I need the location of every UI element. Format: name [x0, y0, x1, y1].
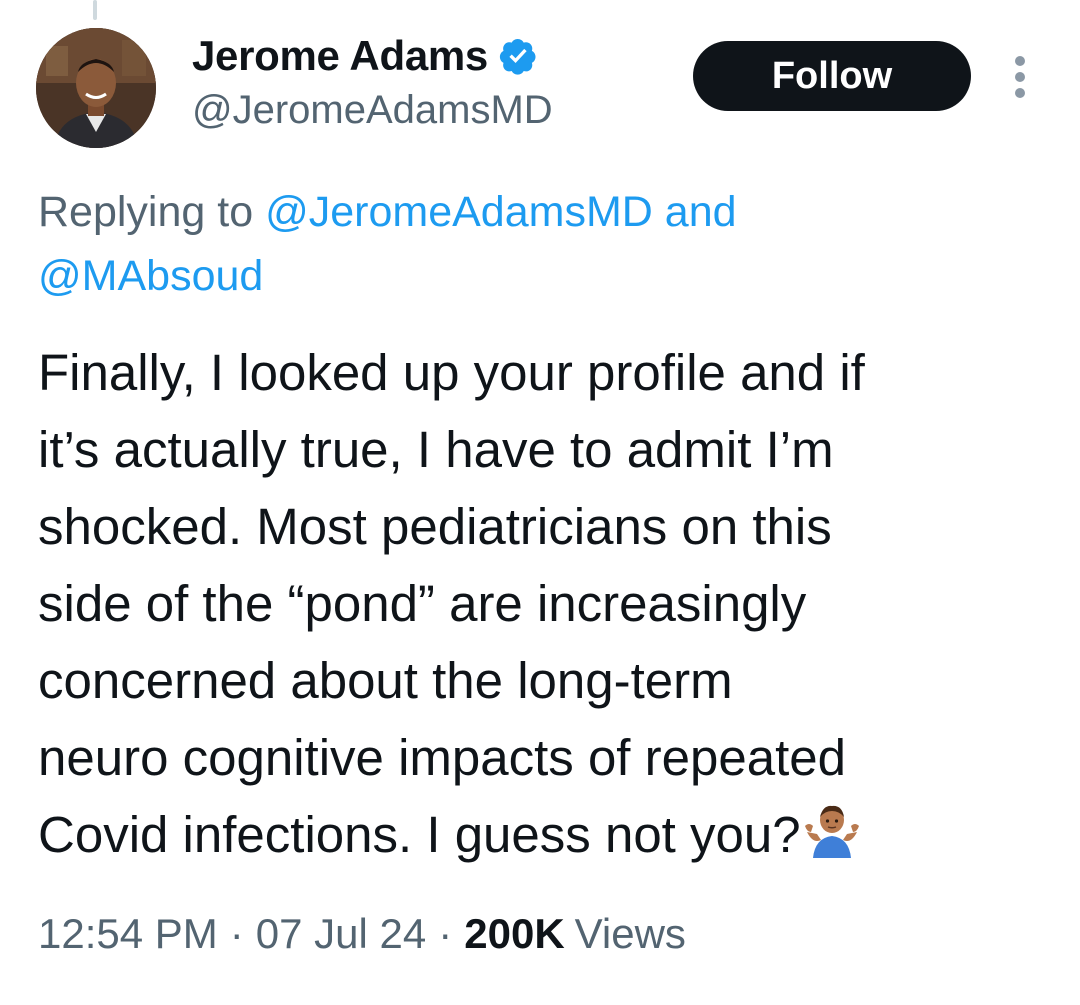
more-dot [1015, 88, 1025, 98]
tweet-line-last: Covid infections. I guess not you? [38, 796, 1048, 873]
tweet-line: concerned about the long-term [38, 652, 733, 709]
tweet-line: Covid infections. I guess not you? [38, 806, 801, 863]
follow-button[interactable]: Follow [693, 41, 971, 111]
avatar[interactable] [36, 28, 156, 148]
meta-separator: · [438, 910, 453, 957]
author-name-row: Jerome Adams [192, 30, 538, 82]
author-handle[interactable]: @JeromeAdamsMD [192, 88, 553, 133]
author-display-name[interactable]: Jerome Adams [192, 32, 488, 80]
tweet-line: Finally, I looked up your profile and if [38, 344, 865, 401]
tweet-meta: 12:54 PM · 07 Jul 24 · 200K Views [38, 910, 686, 958]
views-count[interactable]: 200K [464, 910, 564, 958]
tweet-text: Finally, I looked up your profile and if… [38, 334, 1048, 873]
tweet-time[interactable]: 12:54 PM [38, 910, 218, 958]
more-vertical-icon[interactable] [1010, 56, 1030, 98]
more-dot [1015, 56, 1025, 66]
verified-badge-icon [498, 36, 538, 76]
tweet-date[interactable]: 07 Jul 24 [256, 910, 426, 958]
tweet-line: shocked. Most pediatricians on this [38, 498, 832, 555]
more-dot [1015, 72, 1025, 82]
replying-prefix: Replying to [38, 188, 254, 236]
reply-mention-link[interactable]: @JeromeAdamsMD [265, 188, 653, 236]
reply-mention-link[interactable]: @MAbsoud [38, 252, 263, 300]
tweet-line: it’s actually true, I have to admit I’m [38, 421, 834, 478]
tweet-line: side of the “pond” are increasingly [38, 575, 807, 632]
tweet-line: neuro cognitive impacts of repeated [38, 729, 846, 786]
person-shrugging-emoji-icon [803, 800, 861, 858]
views-label[interactable]: Views [575, 910, 686, 958]
thread-connector-line [93, 0, 97, 20]
reply-conjunction: and [664, 188, 737, 236]
replying-to-context: Replying to @JeromeAdamsMD and @MAbsoud [38, 180, 1048, 308]
meta-separator: · [229, 910, 244, 957]
